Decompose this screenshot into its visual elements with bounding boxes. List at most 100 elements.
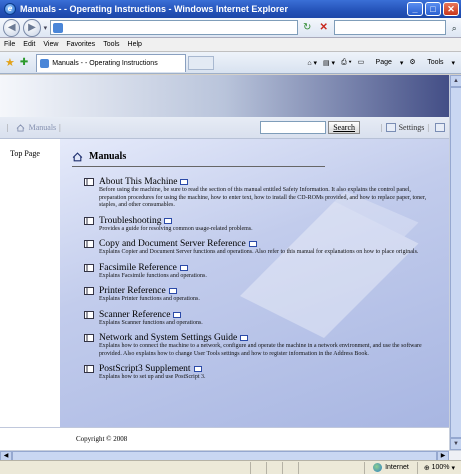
manual-link-facsimile[interactable]: Facsimile Reference xyxy=(99,263,177,273)
menu-tools[interactable]: Tools xyxy=(103,41,119,48)
page-icon xyxy=(53,22,64,33)
title-bar: e Manuals - - Operating Instructions - W… xyxy=(0,0,461,18)
book-icon xyxy=(84,310,94,319)
book-icon xyxy=(84,287,94,295)
book-icon xyxy=(84,334,94,342)
sidebar: Top Page xyxy=(0,139,60,427)
address-toolbar: ◀ ▶ ▾ ↻ ✕ ⌕ xyxy=(0,18,461,38)
window-title: Manuals - - Operating Instructions - Win… xyxy=(20,4,288,14)
feeds-icon[interactable]: ▤ ▾ xyxy=(323,59,335,67)
search-button[interactable]: Search xyxy=(328,121,360,134)
tools-menu[interactable]: ⚙ Tools ▾ xyxy=(409,58,455,68)
live-search-input[interactable] xyxy=(334,20,446,35)
close-button[interactable]: ✕ xyxy=(443,2,459,16)
book-icon xyxy=(84,263,94,272)
menu-view[interactable]: View xyxy=(43,41,58,48)
vertical-scroll-thumb[interactable] xyxy=(450,87,461,438)
vertical-scrollbar[interactable]: ▲ ▼ xyxy=(449,75,461,450)
manual-description: Provides a guide for resolving common us… xyxy=(99,225,253,232)
manuals-heading: Manuals xyxy=(72,151,325,167)
link-arrow-icon xyxy=(173,311,182,318)
scroll-up-button[interactable]: ▲ xyxy=(450,75,461,87)
history-dropdown-icon[interactable]: ▾ xyxy=(44,24,48,32)
status-bar: Internet ⊕ 100% ▾ xyxy=(0,460,461,474)
menu-bar: File Edit View Favorites Tools Help xyxy=(0,38,461,52)
manual-link-copy[interactable]: Copy and Document Server Reference xyxy=(99,239,246,249)
minimize-button[interactable]: _ xyxy=(407,2,423,16)
page-menu-label: Page xyxy=(375,59,392,67)
zoom-icon: ⊕ xyxy=(423,464,432,472)
link-arrow-icon xyxy=(248,241,257,247)
add-favorite-icon[interactable]: ✚ xyxy=(20,57,28,68)
manuals-panel: Manuals About This Machine Before using … xyxy=(60,139,449,427)
new-tab-button[interactable] xyxy=(188,55,215,70)
home-command-icon[interactable]: ⌂ ▾ xyxy=(307,59,317,67)
stop-icon[interactable]: ✕ xyxy=(317,21,330,35)
manual-nav-strip: | Manuals | Search | Settings | xyxy=(0,117,449,139)
list-item: Printer Reference Explains Printer funct… xyxy=(84,286,437,304)
settings-icon[interactable] xyxy=(385,123,396,132)
forward-button[interactable]: ▶ xyxy=(23,18,41,37)
tab-manuals[interactable]: Manuals - - Operating Instructions xyxy=(36,53,187,72)
manual-description: Explains how to connect the machine to a… xyxy=(99,343,422,357)
book-icon xyxy=(84,240,94,248)
link-arrow-icon xyxy=(193,366,202,372)
zone-label: Internet xyxy=(385,464,409,471)
list-item: Copy and Document Server Reference Expla… xyxy=(84,239,437,257)
settings-link[interactable]: Settings xyxy=(399,123,425,132)
manual-description: Explains how to set up and use PostScrip… xyxy=(99,374,206,380)
manual-description: Explains Copier and Document Server func… xyxy=(99,249,419,255)
ie-logo-icon: e xyxy=(4,3,16,15)
manual-link-printer[interactable]: Printer Reference xyxy=(99,286,166,296)
link-arrow-icon xyxy=(164,217,173,224)
page-content: | Manuals | Search | Settings | Top Page xyxy=(0,75,449,450)
zoom-dropdown-icon: ▾ xyxy=(449,464,455,472)
zoom-control[interactable]: ⊕ 100% ▾ xyxy=(416,461,461,474)
print-icon[interactable]: ⎙ ▾ xyxy=(341,59,352,67)
search-icon[interactable]: ⌕ xyxy=(448,21,461,35)
content-body: Top Page Manuals About This Machine Befo… xyxy=(0,139,449,427)
manual-description: Before using the machine, be sure to rea… xyxy=(99,187,427,208)
copyright-text: Copyright © 2008 xyxy=(76,435,128,443)
favorites-star-icon[interactable]: ★ xyxy=(5,56,15,69)
menu-favorites[interactable]: Favorites xyxy=(66,41,95,48)
manual-link-about[interactable]: About This Machine xyxy=(99,177,177,187)
horizontal-scrollbar[interactable]: ◀ ▶ xyxy=(0,450,461,461)
manuals-home-icon xyxy=(72,151,83,161)
status-cell xyxy=(298,461,314,474)
back-button[interactable]: ◀ xyxy=(3,18,21,37)
menu-file[interactable]: File xyxy=(4,41,15,48)
manual-link-troubleshooting[interactable]: Troubleshooting xyxy=(99,216,161,226)
manual-search-input[interactable] xyxy=(260,121,327,134)
scroll-down-button[interactable]: ▼ xyxy=(450,438,461,450)
maximize-button[interactable]: □ xyxy=(425,2,441,16)
manual-link-scanner[interactable]: Scanner Reference xyxy=(99,310,170,320)
list-item: About This Machine Before using the mach… xyxy=(84,177,437,210)
menu-edit[interactable]: Edit xyxy=(23,41,35,48)
status-cell xyxy=(266,461,282,474)
nav-separator: | xyxy=(59,123,61,132)
menu-help[interactable]: Help xyxy=(128,41,142,48)
security-zone[interactable]: Internet xyxy=(364,461,417,474)
list-item: PostScript3 Supplement Explains how to s… xyxy=(84,364,437,382)
heading-text: Manuals xyxy=(89,151,127,162)
tools-gear-icon: ⚙ xyxy=(409,58,416,66)
help-icon[interactable] xyxy=(435,123,445,132)
page-menu[interactable]: ▭ Page ▾ xyxy=(358,58,404,68)
manual-link-postscript[interactable]: PostScript3 Supplement xyxy=(99,364,191,374)
tools-menu-label: Tools xyxy=(427,59,444,67)
list-item: Facsimile Reference Explains Facsimile f… xyxy=(84,263,437,281)
manual-description: Explains Scanner functions and operation… xyxy=(99,319,203,326)
header-banner xyxy=(0,75,449,117)
link-arrow-icon xyxy=(180,179,189,185)
nav-separator: | xyxy=(381,123,383,132)
top-page-link[interactable]: Top Page xyxy=(10,149,40,158)
manual-description: Explains Printer functions and operation… xyxy=(99,296,200,302)
refresh-icon[interactable]: ↻ xyxy=(301,21,314,35)
address-field[interactable] xyxy=(50,20,298,35)
manual-description: Explains Facsimile functions and operati… xyxy=(99,272,207,279)
nav-separator: | xyxy=(7,123,9,132)
manual-link-network[interactable]: Network and System Settings Guide xyxy=(99,333,237,343)
manuals-link[interactable]: Manuals xyxy=(29,123,57,132)
list-item: Network and System Settings Guide Explai… xyxy=(84,333,437,358)
